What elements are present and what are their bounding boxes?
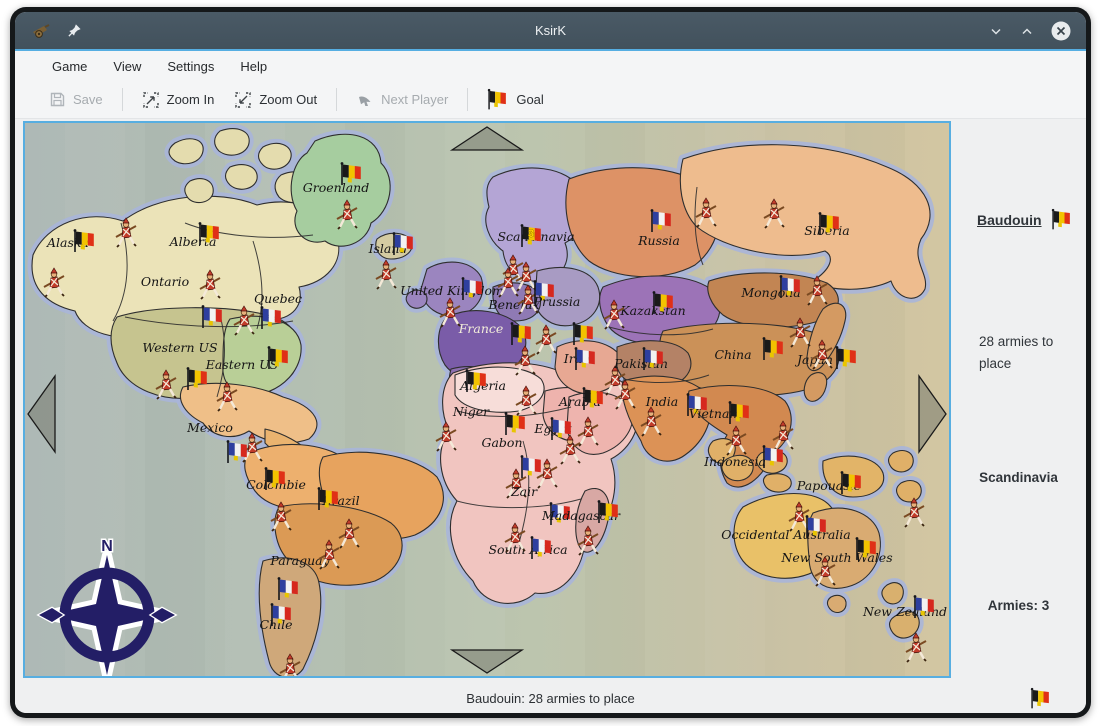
next-player-label: Next Player (381, 92, 448, 107)
main-content: N AlaskaAlbertaOntarioQuebecGroenlandIsl… (15, 119, 1086, 683)
player-row: Baudouin (977, 207, 1073, 232)
country-label[interactable]: France (458, 321, 504, 336)
armies-count-label: Armies: 3 (951, 598, 1086, 613)
landmass[interactable] (215, 129, 250, 156)
country-label[interactable]: Mexico (186, 420, 233, 435)
landmass[interactable] (827, 595, 846, 612)
landmass[interactable] (185, 179, 213, 203)
menu-game[interactable]: Game (39, 59, 100, 74)
armies-to-place-text: 28 armies to place (979, 331, 1063, 374)
country-label[interactable]: Russia (637, 233, 680, 248)
country-label[interactable]: New Zealand (862, 604, 947, 619)
desktop: KsirK Game View Se (0, 0, 1101, 726)
menubar: Game View Settings Help (15, 51, 1086, 81)
toolbar-separator (122, 88, 123, 111)
country-label[interactable]: Niger (452, 404, 490, 419)
zoom-out-label: Zoom Out (259, 92, 317, 107)
world-map[interactable]: N AlaskaAlbertaOntarioQuebecGroenlandIsl… (25, 123, 949, 676)
menu-view[interactable]: View (100, 59, 154, 74)
highlighted-country-label: Scandinavia (951, 470, 1086, 485)
landmass[interactable] (259, 143, 292, 169)
landmass[interactable] (226, 165, 258, 190)
titlebar[interactable]: KsirK (15, 12, 1086, 49)
next-player-icon (356, 92, 374, 108)
belgium-flag-icon (1030, 686, 1052, 711)
goal-button[interactable]: Goal (477, 82, 553, 117)
country-label[interactable]: Kazakstan (619, 303, 685, 318)
country-label[interactable]: China (714, 347, 751, 362)
compass-north-label: N (101, 538, 113, 555)
status-message: Baudouin: 28 armies to place (466, 691, 634, 706)
zoom-in-icon (142, 91, 160, 109)
toolbar-separator (467, 88, 468, 111)
zoom-in-button[interactable]: Zoom In (132, 86, 225, 114)
belgium-flag-icon (487, 87, 509, 112)
country-label[interactable]: Eastern US (205, 357, 279, 372)
menu-settings[interactable]: Settings (154, 59, 227, 74)
country-label[interactable]: Western US (142, 340, 217, 355)
window-inner: KsirK Game View Se (15, 12, 1086, 713)
toolbar-separator (336, 88, 337, 111)
country-label[interactable]: Ontario (141, 274, 189, 289)
country-label[interactable]: Gabon (481, 435, 522, 450)
belgium-flag-icon (1051, 207, 1073, 232)
zoom-in-label: Zoom In (167, 92, 215, 107)
save-label: Save (73, 92, 103, 107)
zoom-out-icon (234, 91, 252, 109)
statusbar: Baudouin: 28 armies to place (15, 683, 1086, 713)
landmass[interactable] (897, 481, 922, 502)
army-count-badge: 3 (528, 228, 534, 240)
country-label[interactable]: Groenland (303, 180, 369, 195)
country-label[interactable]: Zair (510, 484, 538, 499)
zoom-out-button[interactable]: Zoom Out (224, 86, 327, 114)
next-player-button[interactable]: Next Player (346, 87, 458, 113)
map-viewport[interactable]: N AlaskaAlbertaOntarioQuebecGroenlandIsl… (23, 121, 951, 678)
player-name: Baudouin (977, 212, 1042, 228)
floppy-save-icon (49, 91, 66, 108)
country-label[interactable]: Quebec (254, 291, 302, 306)
landmass[interactable] (889, 451, 914, 472)
country-label[interactable]: United Kingdom (400, 283, 504, 298)
menu-help[interactable]: Help (227, 59, 280, 74)
window-title: KsirK (15, 23, 1086, 38)
player-panel: Baudouin 28 armies to place Scandinavia … (951, 121, 1086, 678)
country-label[interactable]: Prussia (533, 294, 581, 309)
toolbar: Save Zoom In (15, 81, 1086, 119)
goal-label: Goal (516, 92, 543, 107)
country-label[interactable]: Indonesia (703, 454, 766, 469)
country-label[interactable]: South Africa (488, 542, 567, 557)
ksirk-window: KsirK Game View Se (10, 7, 1091, 718)
country-label[interactable]: India (645, 394, 678, 409)
country-label[interactable]: Occidental Australia (721, 527, 851, 542)
save-button[interactable]: Save (39, 86, 113, 113)
